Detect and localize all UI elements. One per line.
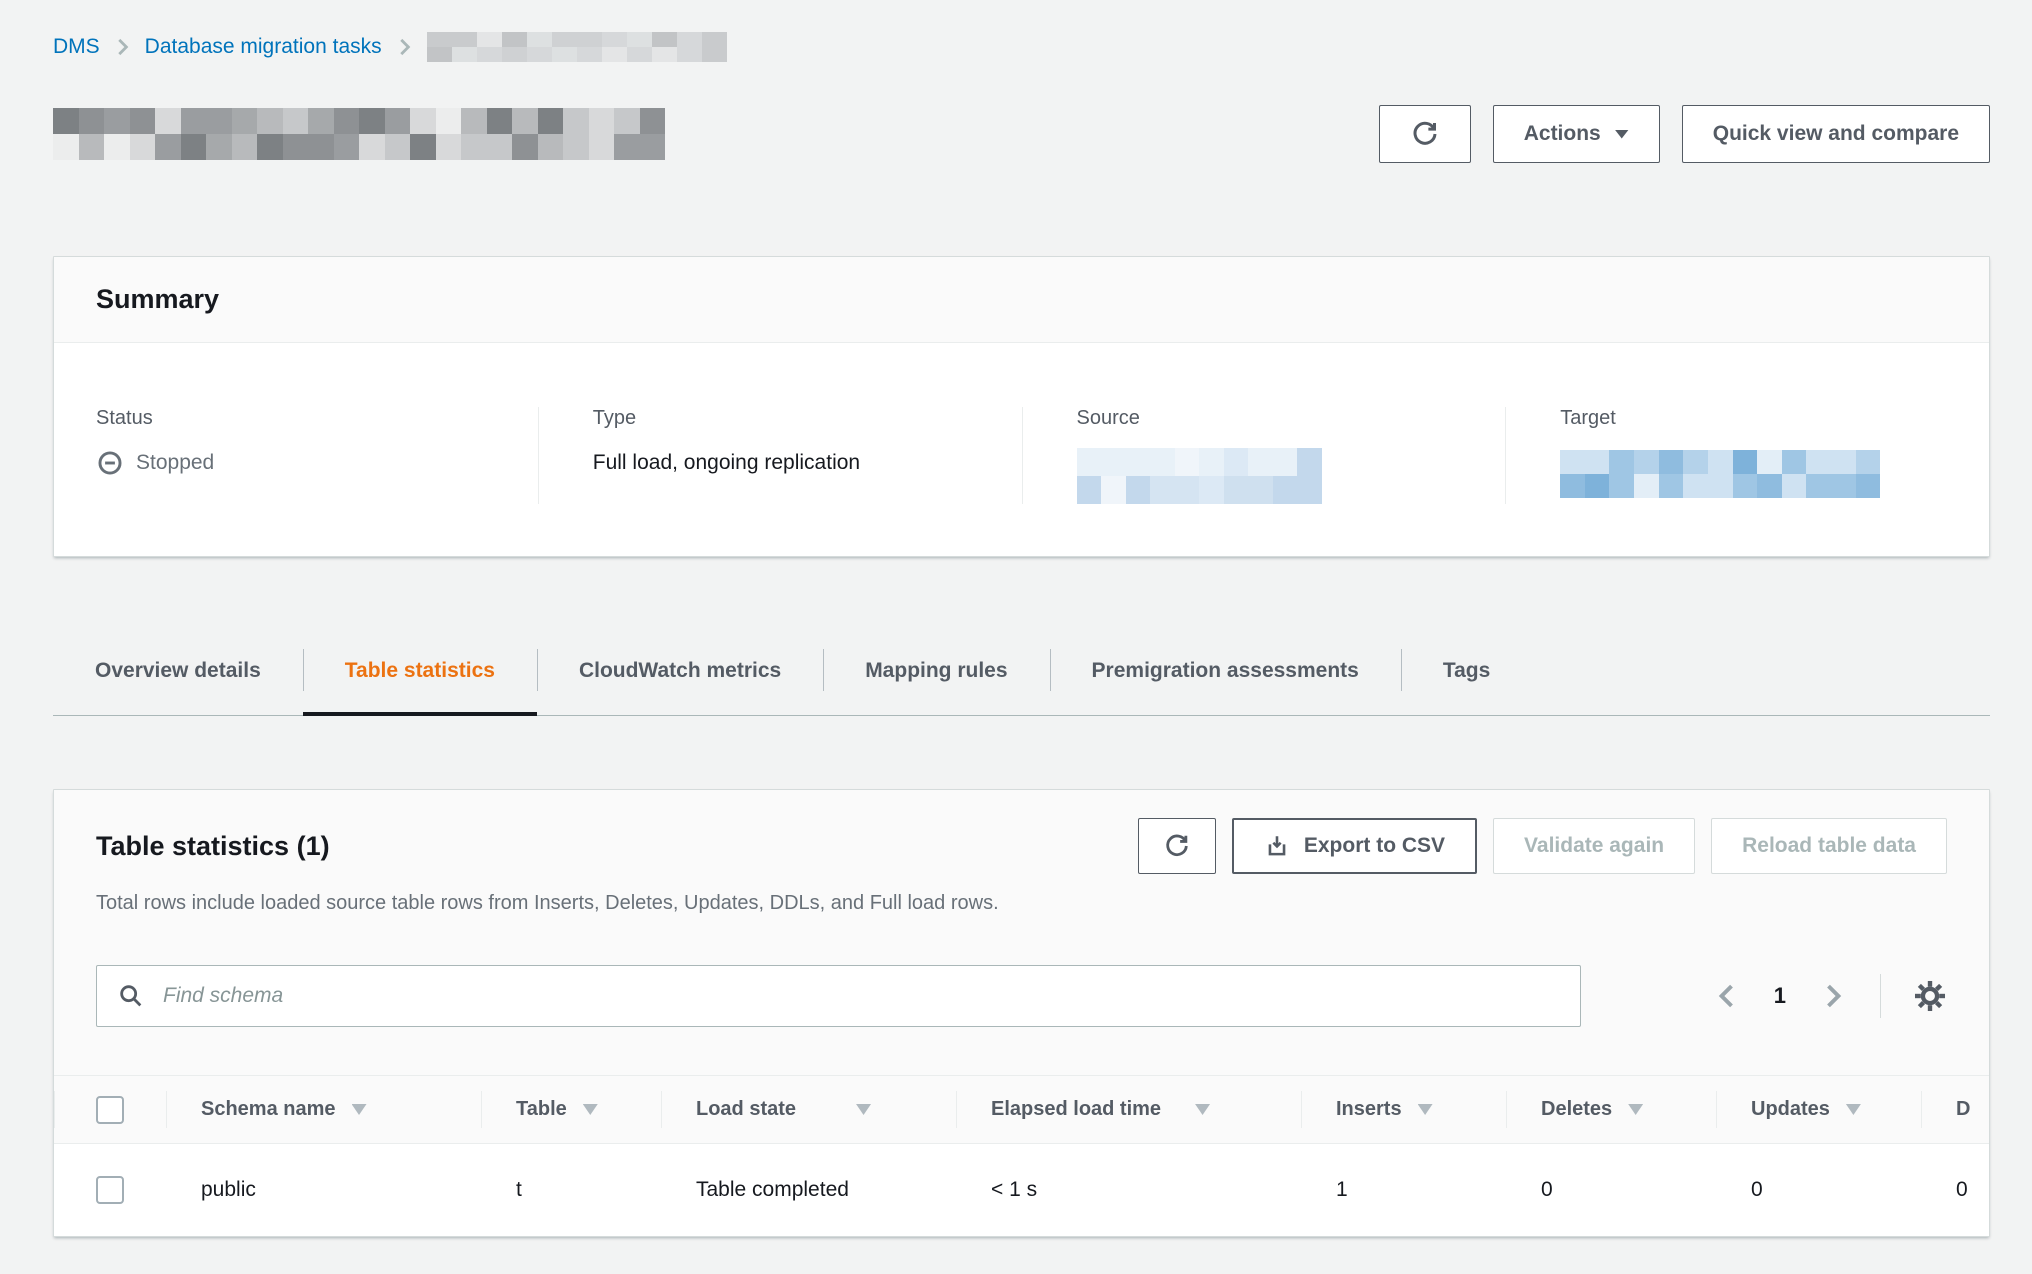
sort-icon[interactable] bbox=[1195, 1104, 1210, 1115]
actions-button-label: Actions bbox=[1524, 122, 1601, 146]
tab-bar: Overview details Table statistics CloudW… bbox=[53, 627, 1990, 716]
table-refresh-button[interactable] bbox=[1138, 818, 1216, 874]
table-header-row: Schema name Table Load state Elapsed loa… bbox=[54, 1075, 1989, 1144]
column-header-updates[interactable]: Updates bbox=[1716, 1076, 1921, 1143]
breadcrumb-chevron-icon bbox=[116, 38, 129, 56]
pagination-divider bbox=[1880, 974, 1881, 1018]
previous-page-button[interactable] bbox=[1712, 977, 1742, 1015]
validate-again-button[interactable]: Validate again bbox=[1493, 818, 1695, 874]
table-statistics-title: Table statistics (1) bbox=[96, 831, 330, 862]
tab-mapping-rules[interactable]: Mapping rules bbox=[823, 627, 1049, 715]
refresh-icon bbox=[1163, 832, 1191, 860]
column-header-clipped[interactable]: D bbox=[1921, 1076, 1989, 1143]
table-statistics-panel: Table statistics (1) Export to CSV Valid… bbox=[53, 789, 1990, 1237]
column-header-elapsed-load-time[interactable]: Elapsed load time bbox=[956, 1076, 1301, 1143]
status-value: Stopped bbox=[136, 451, 214, 475]
summary-target-column: Target bbox=[1505, 407, 1989, 504]
type-label: Type bbox=[593, 407, 1022, 430]
tab-tags[interactable]: Tags bbox=[1401, 627, 1532, 715]
schema-search-box bbox=[96, 965, 1581, 1027]
search-icon bbox=[117, 982, 145, 1010]
breadcrumb-link-dms[interactable]: DMS bbox=[53, 35, 100, 59]
quick-view-button-label: Quick view and compare bbox=[1713, 122, 1959, 146]
cell-elapsed-load-time: < 1 s bbox=[956, 1178, 1301, 1202]
tab-premigration-assessments[interactable]: Premigration assessments bbox=[1050, 627, 1401, 715]
table-statistics-description: Total rows include loaded source table r… bbox=[54, 874, 1989, 915]
sort-icon[interactable] bbox=[856, 1104, 871, 1115]
table-statistics-table: Schema name Table Load state Elapsed loa… bbox=[54, 1075, 1989, 1236]
redacted-task-name-title bbox=[53, 108, 665, 160]
cell-load-state: Table completed bbox=[661, 1178, 956, 1202]
source-label: Source bbox=[1077, 407, 1506, 430]
stopped-status-icon bbox=[96, 449, 124, 477]
next-page-button[interactable] bbox=[1818, 977, 1848, 1015]
validate-button-label: Validate again bbox=[1524, 834, 1664, 858]
sort-icon[interactable] bbox=[1846, 1104, 1861, 1115]
redacted-source-endpoint-link[interactable] bbox=[1077, 448, 1322, 504]
tab-cloudwatch-metrics[interactable]: CloudWatch metrics bbox=[537, 627, 823, 715]
sort-icon[interactable] bbox=[352, 1104, 367, 1115]
header-actions: Actions Quick view and compare bbox=[1379, 105, 1990, 163]
column-header-deletes[interactable]: Deletes bbox=[1506, 1076, 1716, 1143]
reload-table-data-button[interactable]: Reload table data bbox=[1711, 818, 1947, 874]
pagination: 1 bbox=[1712, 974, 1947, 1018]
row-checkbox[interactable] bbox=[96, 1176, 124, 1204]
row-select-cell bbox=[54, 1176, 166, 1204]
target-label: Target bbox=[1560, 407, 1989, 430]
sort-icon[interactable] bbox=[1418, 1104, 1433, 1115]
page-header: Actions Quick view and compare bbox=[53, 104, 1990, 164]
select-all-cell bbox=[54, 1076, 166, 1143]
cell-inserts: 1 bbox=[1301, 1178, 1506, 1202]
page: DMS Database migration tasks Actions Qui… bbox=[53, 0, 1990, 1237]
reload-button-label: Reload table data bbox=[1742, 834, 1916, 858]
summary-body: Status Stopped Type Full load, ongoing r… bbox=[54, 343, 1989, 556]
download-icon bbox=[1264, 833, 1290, 859]
quick-view-and-compare-button[interactable]: Quick view and compare bbox=[1682, 105, 1990, 163]
redacted-task-name-breadcrumb bbox=[427, 32, 727, 62]
summary-source-column: Source bbox=[1022, 407, 1506, 504]
table-statistics-actions: Export to CSV Validate again Reload tabl… bbox=[1138, 818, 1947, 874]
select-all-checkbox[interactable] bbox=[96, 1096, 124, 1124]
table-row: public t Table completed < 1 s 1 0 0 0 bbox=[54, 1144, 1989, 1236]
actions-button[interactable]: Actions bbox=[1493, 105, 1660, 163]
column-header-load-state[interactable]: Load state bbox=[661, 1076, 956, 1143]
redacted-target-endpoint-link[interactable] bbox=[1560, 450, 1880, 498]
sort-icon[interactable] bbox=[1628, 1104, 1643, 1115]
caret-down-icon bbox=[1615, 130, 1629, 139]
breadcrumb-chevron-icon bbox=[398, 38, 411, 56]
cell-schema-name: public bbox=[166, 1178, 481, 1202]
export-to-csv-button[interactable]: Export to CSV bbox=[1232, 818, 1477, 874]
refresh-icon bbox=[1410, 119, 1440, 149]
cell-table: t bbox=[481, 1178, 661, 1202]
column-header-table[interactable]: Table bbox=[481, 1076, 661, 1143]
cell-clipped: 0 bbox=[1921, 1178, 1989, 1202]
breadcrumb-link-tasks[interactable]: Database migration tasks bbox=[145, 35, 382, 59]
refresh-button[interactable] bbox=[1379, 105, 1471, 163]
column-header-schema-name[interactable]: Schema name bbox=[166, 1076, 481, 1143]
summary-status-column: Status Stopped bbox=[54, 407, 538, 504]
column-header-inserts[interactable]: Inserts bbox=[1301, 1076, 1506, 1143]
status-label: Status bbox=[96, 407, 538, 430]
export-button-label: Export to CSV bbox=[1304, 834, 1445, 858]
schema-search-input[interactable] bbox=[161, 983, 1560, 1009]
table-settings-button[interactable] bbox=[1913, 979, 1947, 1013]
summary-title: Summary bbox=[54, 257, 1989, 343]
breadcrumb: DMS Database migration tasks bbox=[53, 0, 1990, 64]
table-controls: 1 bbox=[54, 915, 1989, 1027]
type-value: Full load, ongoing replication bbox=[593, 446, 1022, 480]
current-page-number: 1 bbox=[1766, 983, 1794, 1009]
tab-overview-details[interactable]: Overview details bbox=[53, 627, 303, 715]
cell-deletes: 0 bbox=[1506, 1178, 1716, 1202]
cell-updates: 0 bbox=[1716, 1178, 1921, 1202]
summary-type-column: Type Full load, ongoing replication bbox=[538, 407, 1022, 504]
summary-panel: Summary Status Stopped Type Full load, o… bbox=[53, 256, 1990, 557]
tab-table-statistics[interactable]: Table statistics bbox=[303, 627, 537, 715]
gear-icon bbox=[1913, 979, 1947, 1013]
sort-icon[interactable] bbox=[583, 1104, 598, 1115]
